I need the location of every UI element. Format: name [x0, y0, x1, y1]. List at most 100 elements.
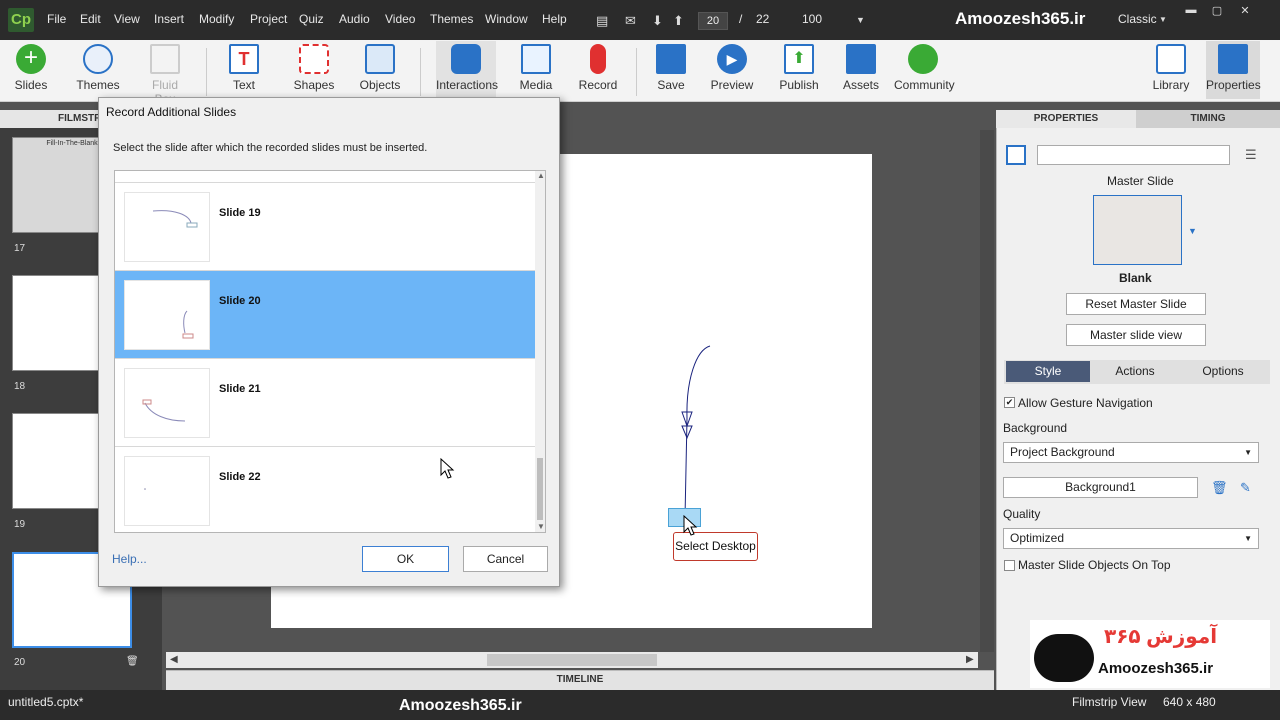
ok-button[interactable]: OK: [362, 546, 449, 572]
background-image-field[interactable]: Background1: [1003, 477, 1198, 498]
mouse-path: [681, 345, 711, 519]
text-button[interactable]: T Text: [222, 44, 266, 92]
zoom-value[interactable]: 100: [802, 12, 822, 26]
watermark-text: Amoozesh365.ir: [1098, 660, 1214, 677]
trash-icon[interactable]: 🗑: [126, 656, 139, 667]
watermark-persian: آموزش ۳۶۵: [1104, 626, 1218, 648]
arrow-down-icon[interactable]: ⬇: [652, 13, 663, 29]
gesture-checkbox[interactable]: ✔: [1004, 397, 1015, 408]
menu-audio[interactable]: Audio: [339, 12, 370, 26]
stage-cursor-icon: [683, 515, 698, 536]
toolbar-divider: [206, 48, 207, 96]
file-name: untitled5.cptx*: [8, 695, 84, 709]
horizontal-scrollbar[interactable]: [166, 652, 978, 668]
menu-insert[interactable]: Insert: [154, 12, 184, 26]
edit-pencil-icon[interactable]: ✎: [1240, 480, 1251, 496]
mouse-cursor-icon: [440, 458, 455, 479]
tab-style[interactable]: Style: [1006, 361, 1090, 382]
zoom-dropdown-icon[interactable]: ▼: [856, 15, 865, 25]
filmstrip-number: 18: [14, 381, 26, 392]
cancel-button[interactable]: Cancel: [463, 546, 548, 572]
master-on-top-checkbox[interactable]: [1004, 560, 1015, 571]
fluid-box-icon: [150, 44, 180, 74]
minimize-icon[interactable]: ▬: [1183, 4, 1199, 18]
master-slide-view-button[interactable]: Master slide view: [1066, 324, 1206, 346]
watermark-logo: آموزش ۳۶۵ Amoozesh365.ir: [1030, 620, 1270, 688]
timeline-bar[interactable]: TIMELINE: [166, 670, 994, 690]
slide-thumbnail: [124, 280, 210, 350]
slides-button[interactable]: + Slides: [8, 44, 54, 92]
properties-button[interactable]: Properties: [1206, 41, 1261, 99]
list-scrollbar-thumb[interactable]: [537, 458, 543, 520]
menu-modify[interactable]: Modify: [199, 12, 234, 26]
slide-thumbnail: [124, 456, 210, 526]
objects-icon: [365, 44, 395, 74]
scroll-down-icon[interactable]: ▼: [537, 522, 545, 531]
save-icon: [656, 44, 686, 74]
scroll-left-icon[interactable]: ◀: [170, 654, 178, 665]
master-slide-label: Master Slide: [1107, 174, 1174, 188]
filmstrip-number: 20: [14, 657, 26, 668]
objects-button[interactable]: Objects: [358, 44, 402, 92]
slide-name-input[interactable]: [1037, 145, 1230, 165]
background-select[interactable]: Project Background ▼: [1003, 442, 1259, 463]
tab-actions[interactable]: Actions: [1094, 361, 1176, 382]
slide-number-input[interactable]: 20: [698, 12, 728, 30]
reset-master-slide-button[interactable]: Reset Master Slide: [1066, 293, 1206, 315]
close-icon[interactable]: ✕: [1237, 4, 1253, 18]
slide-label: Slide 19: [219, 207, 261, 219]
library-button[interactable]: Library: [1150, 44, 1192, 92]
scroll-up-icon[interactable]: ▲: [537, 171, 545, 180]
record-button[interactable]: Record: [576, 44, 620, 92]
quality-select[interactable]: Optimized ▼: [1003, 528, 1259, 549]
community-button[interactable]: Community: [894, 44, 955, 92]
dialog-instruction: Select the slide after which the recorde…: [113, 142, 428, 154]
chevron-down-icon[interactable]: ▼: [1188, 226, 1197, 236]
help-link[interactable]: Help...: [112, 552, 147, 566]
text-icon: T: [229, 44, 259, 74]
publish-button[interactable]: ⬆ Publish: [776, 44, 822, 92]
comment-icon[interactable]: ▤: [596, 13, 608, 29]
slide-label: Slide 22: [219, 471, 261, 483]
maximize-icon[interactable]: ▢: [1209, 4, 1225, 18]
quality-select-value: Optimized: [1010, 531, 1065, 545]
glasses-face-icon: [1034, 634, 1094, 682]
menu-quiz[interactable]: Quiz: [299, 12, 324, 26]
hand-pointer-icon: [451, 44, 481, 74]
media-button[interactable]: Media: [514, 44, 558, 92]
tab-options[interactable]: Options: [1180, 361, 1266, 382]
menu-file[interactable]: File: [47, 12, 66, 26]
menu-window[interactable]: Window: [485, 12, 528, 26]
tab-timing[interactable]: TIMING: [1136, 110, 1280, 128]
master-slide-thumbnail[interactable]: [1093, 195, 1182, 265]
background-label: Background: [1003, 421, 1068, 435]
menu-project[interactable]: Project: [250, 12, 287, 26]
menu-video[interactable]: Video: [385, 12, 415, 26]
vertical-scrollbar[interactable]: [980, 130, 994, 652]
assets-button[interactable]: Assets: [838, 44, 884, 92]
list-options-icon[interactable]: ☰: [1245, 147, 1257, 163]
shapes-button[interactable]: Shapes: [292, 44, 336, 92]
palette-icon: [83, 44, 113, 74]
menu-help[interactable]: Help: [542, 12, 567, 26]
image-icon: [521, 44, 551, 74]
preview-button[interactable]: ▶ Preview: [708, 44, 756, 92]
save-button[interactable]: Save: [650, 44, 692, 92]
workspace-select[interactable]: Classic: [1118, 12, 1157, 26]
scrollbar-thumb[interactable]: [487, 654, 657, 666]
scroll-right-icon[interactable]: ▶: [966, 654, 974, 665]
menu-themes[interactable]: Themes: [430, 12, 473, 26]
list-row-partial: [115, 171, 535, 183]
add-slide-icon: +: [16, 44, 46, 74]
tab-properties[interactable]: PROPERTIES: [996, 110, 1136, 128]
menu-edit[interactable]: Edit: [80, 12, 101, 26]
mouse-path-mini: [152, 210, 198, 228]
delete-icon[interactable]: 🗑: [1211, 480, 1228, 496]
arrow-up-icon[interactable]: ⬆: [673, 13, 684, 29]
chevron-down-icon[interactable]: ▼: [1159, 15, 1167, 24]
toolbar-divider: [636, 48, 637, 96]
interactions-button[interactable]: Interactions: [436, 41, 498, 99]
themes-button[interactable]: Themes: [74, 44, 122, 92]
menu-view[interactable]: View: [114, 12, 140, 26]
mail-icon[interactable]: ✉: [625, 13, 636, 29]
